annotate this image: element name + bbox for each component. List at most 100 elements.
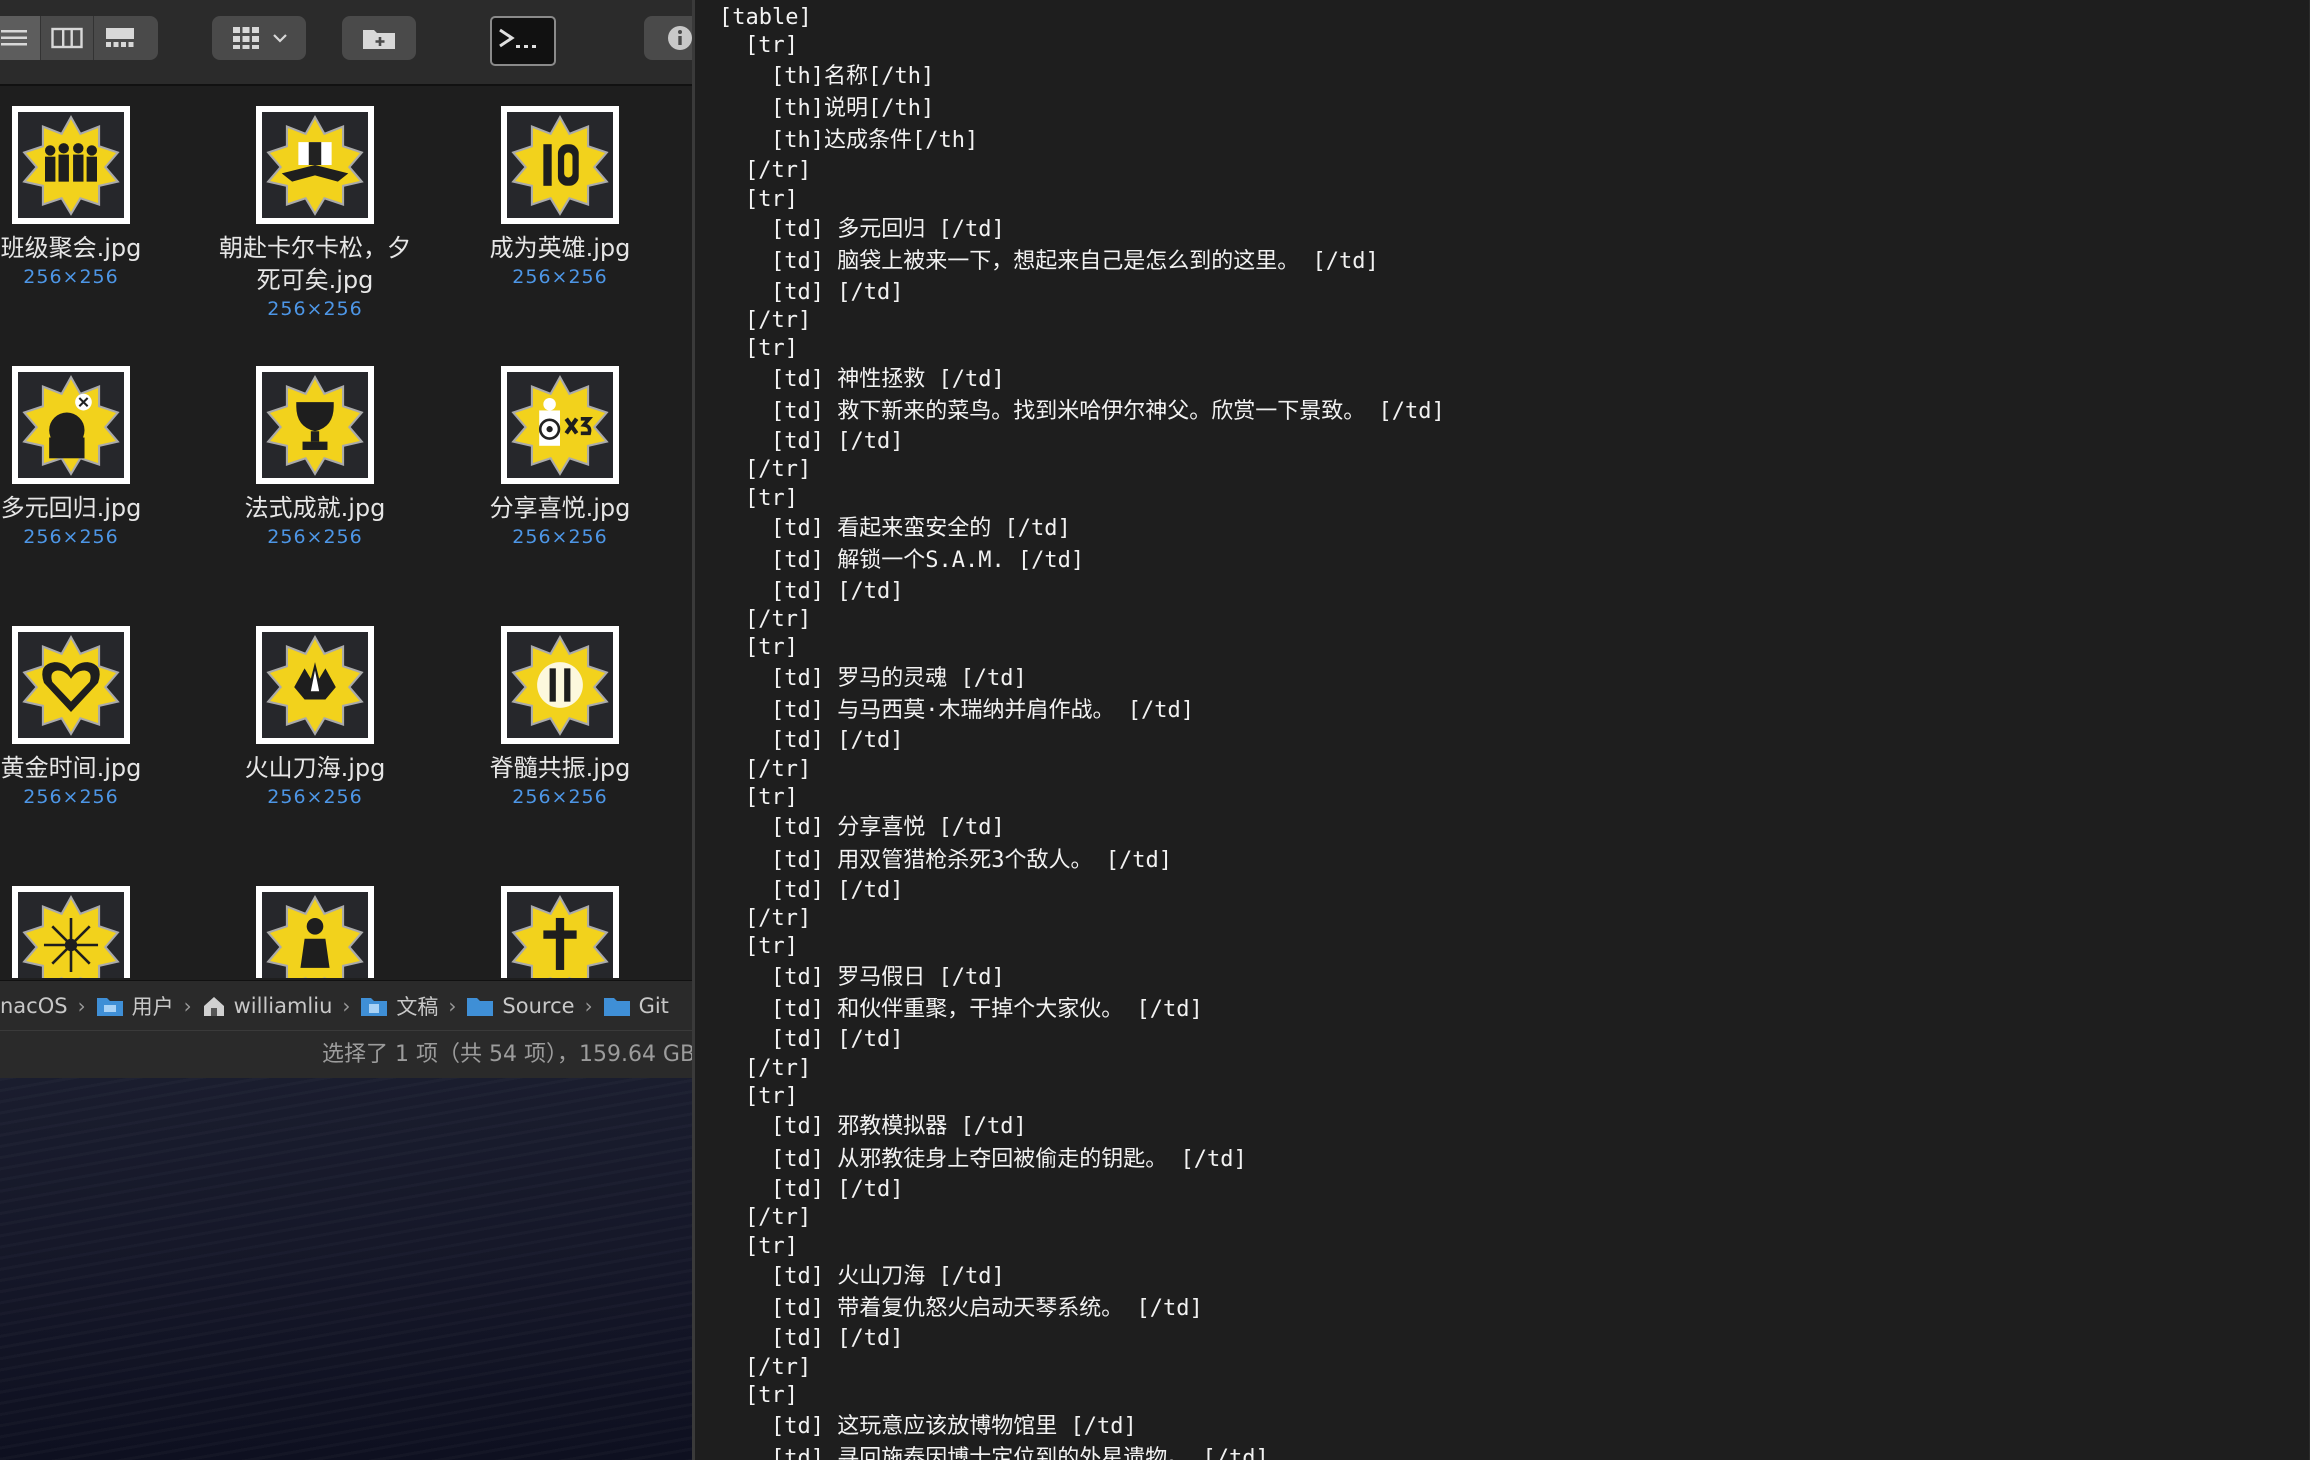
- code-line: [td] [/td]: [771, 279, 904, 305]
- trophy-thumbnail: [256, 366, 374, 484]
- file-item[interactable]: 火山刀海.jpg 256×256: [195, 626, 435, 810]
- gallery-view-button[interactable]: [93, 16, 146, 60]
- file-item[interactable]: 朝赴卡尔卡松，夕 死可矣.jpg 256×256: [195, 106, 435, 322]
- code-line: [tr]: [745, 934, 798, 960]
- code-line: [td] 从邪教徒身上夺回被偷走的钥匙。 [/td]: [771, 1146, 1247, 1172]
- code-line: [td] [/td]: [771, 1326, 904, 1352]
- hero-10-badge-icon: [511, 115, 609, 216]
- file-name: 脊髓共振.jpg: [489, 754, 631, 782]
- file-item[interactable]: 脊髓共振.jpg 256×256: [440, 626, 680, 810]
- file-dimensions: 256×256: [512, 266, 608, 288]
- info-button[interactable]: [644, 16, 692, 60]
- file-name: 多元回归.jpg: [0, 494, 142, 522]
- new-folder-button[interactable]: [342, 16, 416, 60]
- code-line: [tr]: [745, 1084, 798, 1110]
- path-item-documents[interactable]: 文稿: [360, 991, 438, 1021]
- fireworks-badge-icon: [22, 895, 120, 978]
- path-item-git[interactable]: Git: [603, 994, 669, 1018]
- text-editor[interactable]: [table] [tr] [th]名称[/th] [th]说明[/th] [th]达成条…: [692, 0, 2310, 1460]
- finder-window: 班级聚会.jpg 256×256 朝赴卡尔卡松，夕 死可矣.jpg 256×256: [0, 0, 692, 1078]
- file-grid: 班级聚会.jpg 256×256 朝赴卡尔卡松，夕 死可矣.jpg 256×256: [0, 86, 692, 978]
- file-name: 黄金时间.jpg: [0, 754, 142, 782]
- carcassonne-thumbnail: [256, 106, 374, 224]
- file-item[interactable]: 黄金时间.jpg 256×256: [0, 626, 191, 810]
- chevron-right-icon: ›: [183, 994, 192, 1018]
- code-line: [/tr]: [745, 756, 812, 782]
- code-line: [td] 看起来蛮安全的 [/td]: [771, 516, 1071, 542]
- code-line: [td] 用双管猎枪杀死3个敌人。 [/td]: [771, 847, 1172, 873]
- code-line: [/tr]: [745, 1055, 812, 1081]
- file-dimensions: 256×256: [267, 786, 363, 808]
- code-line: [/tr]: [745, 158, 812, 184]
- code-line: [td] [/td]: [771, 578, 904, 604]
- file-name: 朝赴卡尔卡松，夕 死可矣.jpg: [219, 234, 411, 294]
- code-line: [table]: [719, 5, 812, 30]
- file-name: 火山刀海.jpg: [244, 754, 386, 782]
- path-bar: nacOS › 用户 › williamliu › 文稿 › Source › …: [0, 980, 692, 1031]
- file-dimensions: 256×256: [512, 526, 608, 548]
- folder-icon: [361, 998, 388, 1016]
- class-reunion-thumbnail: [12, 106, 130, 224]
- code-line: [th]说明[/th]: [771, 95, 935, 121]
- file-item[interactable]: 多元回归.jpg 256×256: [0, 366, 191, 550]
- code-line: [td] 邪教模拟器 [/td]: [771, 1114, 1027, 1140]
- heart-thumbnail: [12, 626, 130, 744]
- fireworks-thumbnail: [12, 886, 130, 978]
- code-line: [/tr]: [745, 457, 812, 483]
- file-item[interactable]: [440, 886, 680, 978]
- grid-group-icon: [233, 27, 259, 49]
- file-name: 成为英雄.jpg: [489, 234, 631, 262]
- file-item[interactable]: [0, 886, 191, 978]
- file-dimensions: 256×256: [23, 266, 119, 288]
- person-thumbnail: [256, 886, 374, 978]
- code-line: [td] 火山刀海 [/td]: [771, 1263, 1005, 1289]
- code-line: [th]名称[/th]: [771, 63, 935, 89]
- person-badge-icon: [266, 895, 364, 978]
- regression-badge-icon: [22, 375, 120, 476]
- code-line: [tr]: [745, 336, 798, 362]
- cross-thumbnail: [501, 886, 619, 978]
- code-line: [tr]: [745, 33, 798, 59]
- code-line: [td] 解锁一个S.A.M. [/td]: [771, 548, 1085, 574]
- status-bar: 选择了 1 项（共 54 项），159.64 GB: [0, 1030, 692, 1078]
- eleven-badge-icon: [511, 635, 609, 736]
- file-dimensions: 256×256: [267, 526, 363, 548]
- list-view-button[interactable]: [0, 16, 40, 60]
- terminal-icon: [499, 28, 536, 48]
- code-line: [/tr]: [745, 906, 812, 932]
- group-by-button[interactable]: [212, 16, 306, 60]
- path-item-home[interactable]: williamliu: [202, 994, 332, 1018]
- file-item[interactable]: [195, 886, 435, 978]
- code-line: [td] 这玩意应该放博物馆里 [/td]: [771, 1413, 1137, 1439]
- file-item[interactable]: 班级聚会.jpg 256×256: [0, 106, 191, 290]
- terminal-button[interactable]: [490, 16, 556, 66]
- path-item-source[interactable]: Source: [466, 994, 575, 1018]
- column-view-button[interactable]: [40, 16, 93, 60]
- regression-thumbnail: [12, 366, 130, 484]
- column-view-icon: [51, 27, 83, 49]
- eleven-thumbnail: [501, 626, 619, 744]
- file-dimensions: 256×256: [23, 526, 119, 548]
- code-line: [td] 多元回归 [/td]: [771, 217, 1005, 243]
- code-line: [td] [/td]: [771, 1027, 904, 1053]
- file-item[interactable]: 分享喜悦.jpg 256×256: [440, 366, 680, 550]
- code-area[interactable]: [table] [tr] [th]名称[/th] [th]说明[/th] [th]达成条…: [719, 4, 2310, 1460]
- code-line: [td] 分享喜悦 [/td]: [771, 815, 1005, 841]
- info-icon: [668, 26, 692, 50]
- folder-icon: [467, 998, 494, 1016]
- code-line: [/tr]: [745, 1354, 812, 1380]
- code-line: [td] 和伙伴重聚，干掉个大家伙。 [/td]: [771, 997, 1203, 1023]
- code-line: [/tr]: [745, 1205, 812, 1231]
- file-item[interactable]: 成为英雄.jpg 256×256: [440, 106, 680, 290]
- code-line: [td] [/td]: [771, 1176, 904, 1202]
- path-item-macos[interactable]: nacOS: [0, 994, 68, 1018]
- code-line: [td] 罗马的灵魂 [/td]: [771, 665, 1027, 691]
- desktop-wallpaper: [0, 1078, 692, 1460]
- class-reunion-badge-icon: [22, 115, 120, 216]
- cross-badge-icon: [511, 895, 609, 978]
- file-item[interactable]: 法式成就.jpg 256×256: [195, 366, 435, 550]
- finder-toolbar: [0, 0, 692, 86]
- code-line: [td] [/td]: [771, 429, 904, 455]
- folder-icon: [96, 998, 123, 1016]
- path-item-users[interactable]: 用户: [96, 991, 174, 1021]
